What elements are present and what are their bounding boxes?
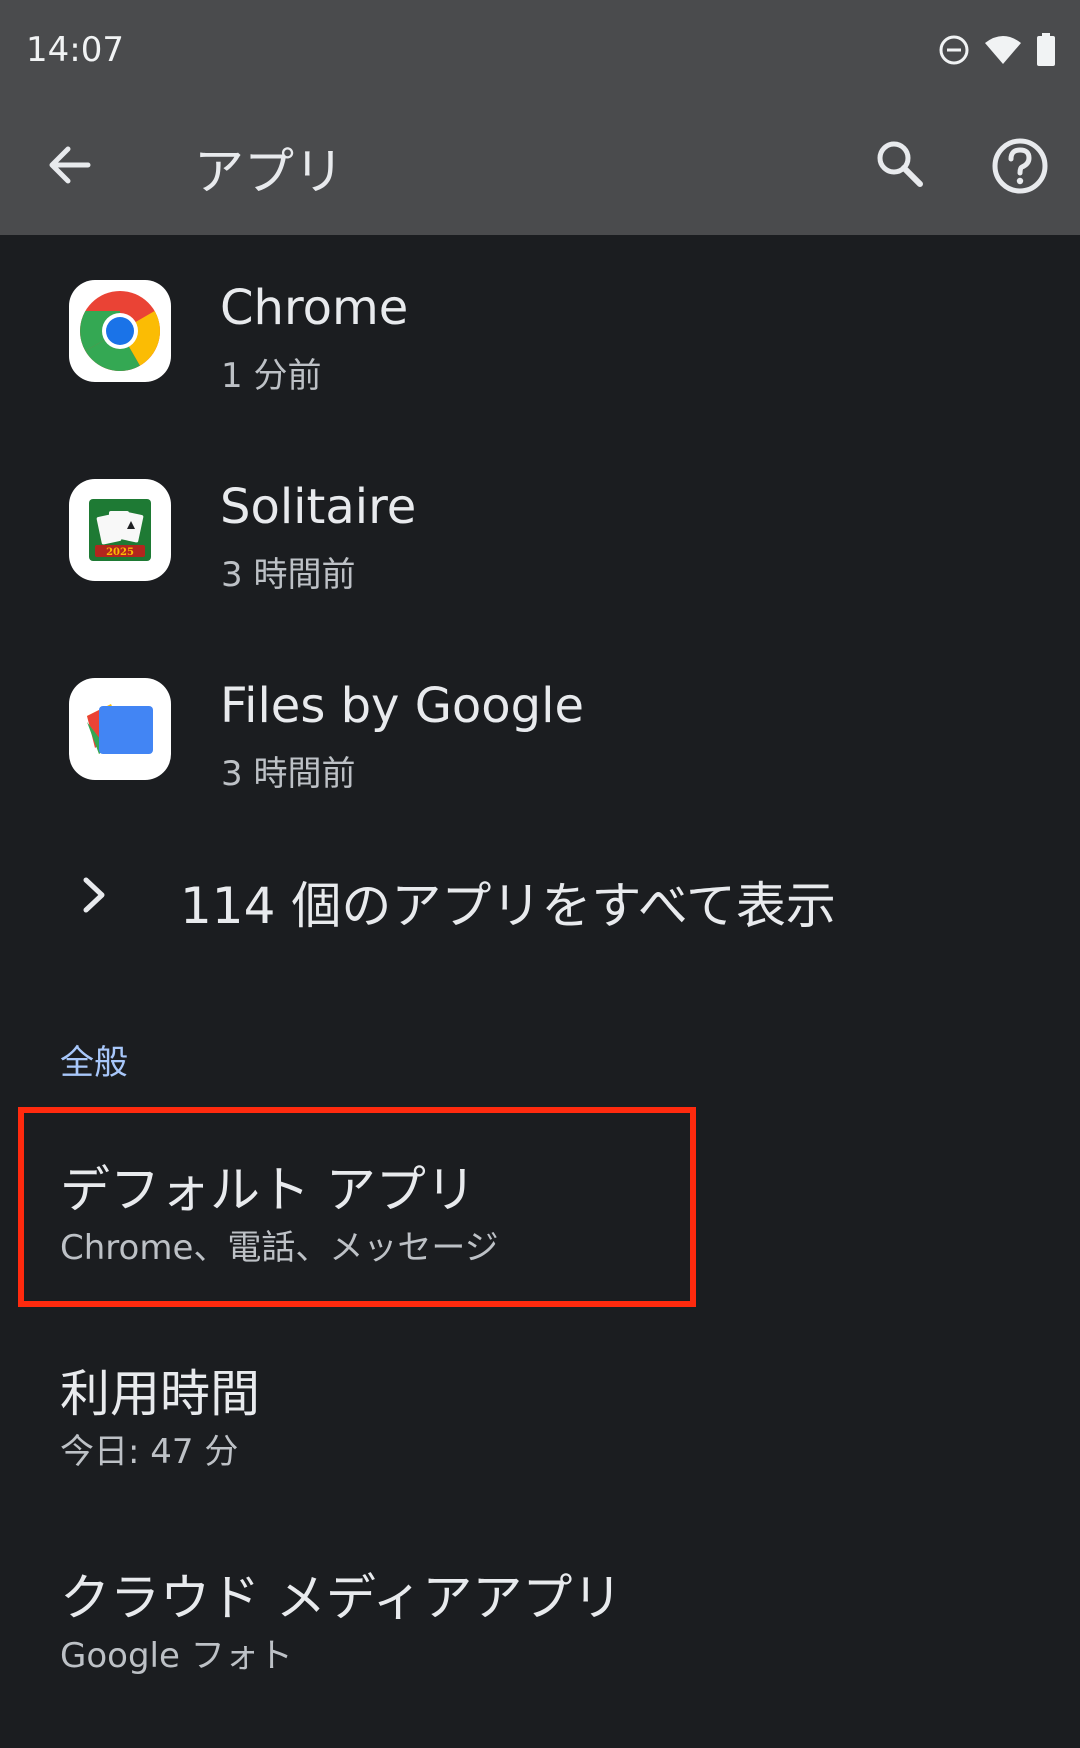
- highlight-box: [18, 1107, 696, 1307]
- chrome-icon: [69, 280, 171, 382]
- setting-subtitle: 今日: 47 分: [60, 1432, 239, 1472]
- app-last-used: 3 時間前: [221, 555, 356, 595]
- search-icon[interactable]: [872, 136, 928, 192]
- app-name: Chrome: [220, 280, 409, 336]
- section-header-general: 全般: [60, 1043, 128, 1083]
- app-name: Files by Google: [220, 678, 584, 734]
- app-row-files[interactable]: Files by Google 3 時間前: [0, 648, 1080, 847]
- setting-subtitle: Google フォト: [60, 1636, 293, 1676]
- solitaire-badge: 2025: [106, 547, 134, 558]
- back-arrow-icon[interactable]: [40, 135, 100, 195]
- wifi-icon: [985, 36, 1021, 64]
- setting-title: クラウド メディアアプリ: [60, 1569, 623, 1627]
- page-title: アプリ: [194, 143, 344, 201]
- setting-cloud-media-app[interactable]: クラウド メディアアプリ Google フォト: [0, 1558, 1080, 1748]
- app-last-used: 3 時間前: [221, 754, 356, 794]
- app-row-chrome[interactable]: Chrome 1 分前: [0, 250, 1080, 449]
- status-time: 14:07: [26, 30, 124, 70]
- see-all-apps[interactable]: 114 個のアプリをすべて表示: [0, 840, 1080, 950]
- setting-screen-time[interactable]: 利用時間 今日: 47 分: [0, 1354, 1080, 1544]
- app-name: Solitaire: [220, 479, 417, 535]
- help-icon[interactable]: [990, 136, 1050, 196]
- chevron-right-icon: [83, 877, 105, 913]
- battery-icon: [1037, 33, 1055, 66]
- setting-title: 利用時間: [60, 1365, 260, 1423]
- do-not-disturb-icon: [939, 35, 969, 65]
- files-icon: [69, 678, 171, 780]
- see-all-apps-label: 114 個のアプリをすべて表示: [180, 877, 836, 935]
- app-last-used: 1 分前: [221, 356, 322, 396]
- status-icons: [938, 30, 1056, 70]
- solitaire-icon: 2025: [69, 479, 171, 581]
- app-row-solitaire[interactable]: 2025 Solitaire 3 時間前: [0, 449, 1080, 648]
- top-app-bar: 14:07 アプリ: [0, 0, 1080, 235]
